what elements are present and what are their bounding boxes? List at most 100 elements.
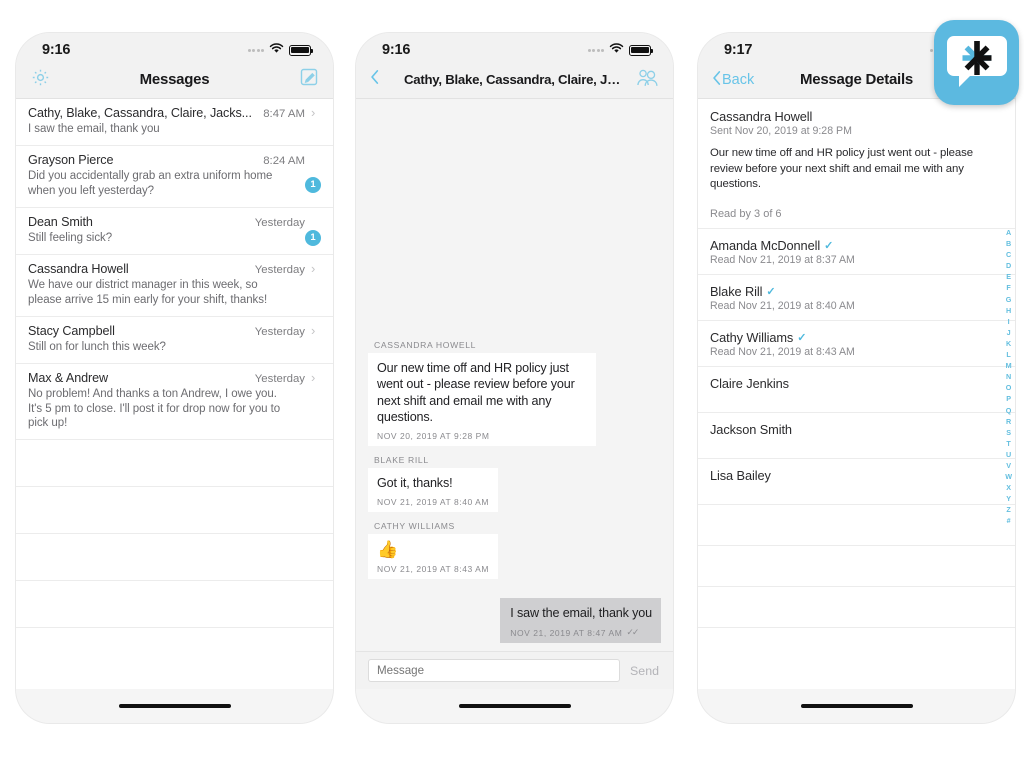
status-bar: 9:16 [356,33,673,61]
page-title: Messages [139,71,210,88]
alpha-index-letter[interactable]: C [1006,249,1011,260]
chat-scroll-area[interactable]: CASSANDRA HOWELL Our new time off and HR… [356,99,673,651]
outgoing-message-group: I saw the email, thank you NOV 21, 2019 … [368,598,661,643]
message-thread: CASSANDRA HOWELL Our new time off and HR… [356,99,673,651]
back-label: Back [722,71,755,88]
recipient-row[interactable]: Lisa Bailey [698,459,1015,506]
detail-sent-time: Sent Nov 20, 2019 at 9:28 PM [710,125,852,137]
message-timestamp-row: NOV 21, 2019 AT 8:47 AM ✓✓ [510,627,652,638]
back-button[interactable]: Back [712,70,764,90]
alpha-index-letter[interactable]: S [1006,427,1011,438]
alpha-index-letter[interactable]: Z [1006,504,1010,515]
conversation-preview: Still on for lunch this week? [28,340,166,353]
recipient-name: Blake Rill [710,284,763,300]
message-bubble[interactable]: Our new time off and HR policy just went… [368,352,596,447]
status-bar: 9:16 [16,33,333,61]
recipient-row[interactable]: Claire Jenkins [698,367,1015,414]
alpha-index-letter[interactable]: # [1007,515,1011,526]
conversation-time: Yesterday [254,372,305,385]
recipient-name: Claire Jenkins [710,376,789,392]
conversation-list-area[interactable]: Cathy, Blake, Cassandra, Claire, Jacks..… [16,99,333,689]
alpha-index-letter[interactable]: W [1005,471,1012,482]
message-input[interactable] [368,659,621,682]
alpha-index-letter[interactable]: E [1006,271,1011,282]
alpha-index-letter[interactable]: R [1006,416,1011,427]
recipient-read-status: Read Nov 21, 2019 at 8:43 AM [710,346,855,359]
conversation-time: 8:24 AM [263,154,305,167]
recipient-row[interactable]: Cathy Williams ✓ Read Nov 21, 2019 at 8:… [698,321,1015,368]
conversation-preview: I saw the email, thank you [28,123,160,135]
alphabet-index[interactable]: A B C D E F G H I J K L M N O P Q R S T [1005,227,1012,527]
chevron-right-icon: › [311,105,316,120]
message-sender: CASSANDRA HOWELL [374,339,477,350]
conversation-name: Cathy, Blake, Cassandra, Claire, Jacks..… [28,106,252,120]
page-title: Cathy, Blake, Cassandra, Claire, Jac... [404,72,629,87]
conversation-time: Yesterday [254,216,305,229]
recipient-name-row: Cathy Williams ✓ [710,330,1001,345]
conversation-row[interactable]: Dean Smith Yesterday › Still feeling sic… [16,208,333,255]
group-members-button[interactable] [629,68,659,92]
alpha-index-letter[interactable]: X [1006,482,1011,493]
conversation-row[interactable]: Stacy Campbell Yesterday › Still on for … [16,317,333,364]
alpha-index-letter[interactable]: A [1006,227,1011,238]
alpha-index-letter[interactable]: G [1006,294,1012,305]
message-bubble[interactable]: Got it, thanks! NOV 21, 2019 AT 8:40 AM [368,468,499,512]
settings-button[interactable] [30,67,60,93]
alpha-index-letter[interactable]: Y [1006,493,1011,504]
outgoing-message-bubble[interactable]: I saw the email, thank you NOV 21, 2019 … [500,598,661,643]
wifi-icon [269,41,284,59]
alpha-index-letter[interactable]: L [1006,349,1010,360]
compose-icon [299,67,319,92]
alpha-index-letter[interactable]: F [1006,282,1010,293]
recipient-name-row: Jackson Smith [710,422,1001,437]
back-chevron-icon [712,70,721,90]
alpha-index-letter[interactable]: I [1008,316,1010,327]
recipient-name-row: Amanda McDonnell ✓ [710,238,1001,253]
messaging-app-icon[interactable] [934,20,1019,105]
send-button[interactable]: Send [628,662,661,680]
alpha-index-letter[interactable]: K [1006,338,1011,349]
recipient-row[interactable]: Amanda McDonnell ✓ Read Nov 21, 2019 at … [698,229,1015,276]
alpha-index-letter[interactable]: Q [1006,405,1012,416]
alpha-index-letter[interactable]: U [1006,449,1011,460]
unread-badge: 1 [305,229,321,246]
chevron-right-icon: › [311,322,316,338]
alpha-index-letter[interactable]: D [1006,260,1011,271]
empty-rows [16,440,333,629]
recipient-row[interactable]: Blake Rill ✓ Read Nov 21, 2019 at 8:40 A… [698,275,1015,322]
home-indicator-area [16,689,333,723]
recipient-row[interactable]: Jackson Smith [698,413,1015,460]
conversation-row[interactable]: Cassandra Howell Yesterday › We have our… [16,255,333,317]
status-indicators [587,41,654,59]
conversation-row[interactable]: Max & Andrew Yesterday › No problem! And… [16,364,333,441]
compose-button[interactable] [289,67,319,92]
alpha-index-letter[interactable]: V [1006,460,1011,471]
wifi-icon [609,41,624,59]
message-group: CASSANDRA HOWELL Our new time off and HR… [368,339,661,447]
message-bubble[interactable]: 👍 NOV 21, 2019 AT 8:43 AM [368,533,499,580]
details-scroll-area[interactable]: A B C D E F G H I J K L M N O P Q R S T [698,99,1015,689]
phone-message-details: 9:17 Back Message Details A B C D E F G … [698,33,1015,723]
alpha-index-letter[interactable]: O [1006,382,1012,393]
conversation-row[interactable]: Cathy, Blake, Cassandra, Claire, Jacks..… [16,99,333,146]
unread-badge: 1 [305,176,321,193]
conversation-name: Dean Smith [28,214,93,229]
alpha-index-letter[interactable]: T [1006,438,1010,449]
alpha-index-letter[interactable]: P [1006,393,1011,404]
alpha-index-letter[interactable]: M [1006,360,1012,371]
conversation-name: Grayson Pierce [28,152,114,167]
alpha-index-letter[interactable]: H [1006,305,1011,316]
alpha-index-letter[interactable]: N [1006,371,1011,382]
back-button[interactable] [370,69,400,90]
conversation-time: Yesterday [254,325,305,338]
empty-row [16,534,333,582]
conversation-row[interactable]: Grayson Pierce 8:24 AM › Did you acciden… [16,146,333,208]
message-group: BLAKE RILL Got it, thanks! NOV 21, 2019 … [368,455,661,512]
alpha-index-letter[interactable]: J [1007,327,1011,338]
empty-row [16,581,333,629]
recipient-name: Lisa Bailey [710,468,771,484]
navigation-bar: Cathy, Blake, Cassandra, Claire, Jac... [356,61,673,99]
conversation-list: Cathy, Blake, Cassandra, Claire, Jacks..… [16,99,333,629]
recipient-name-row: Lisa Bailey [710,468,1001,483]
alpha-index-letter[interactable]: B [1006,238,1011,249]
